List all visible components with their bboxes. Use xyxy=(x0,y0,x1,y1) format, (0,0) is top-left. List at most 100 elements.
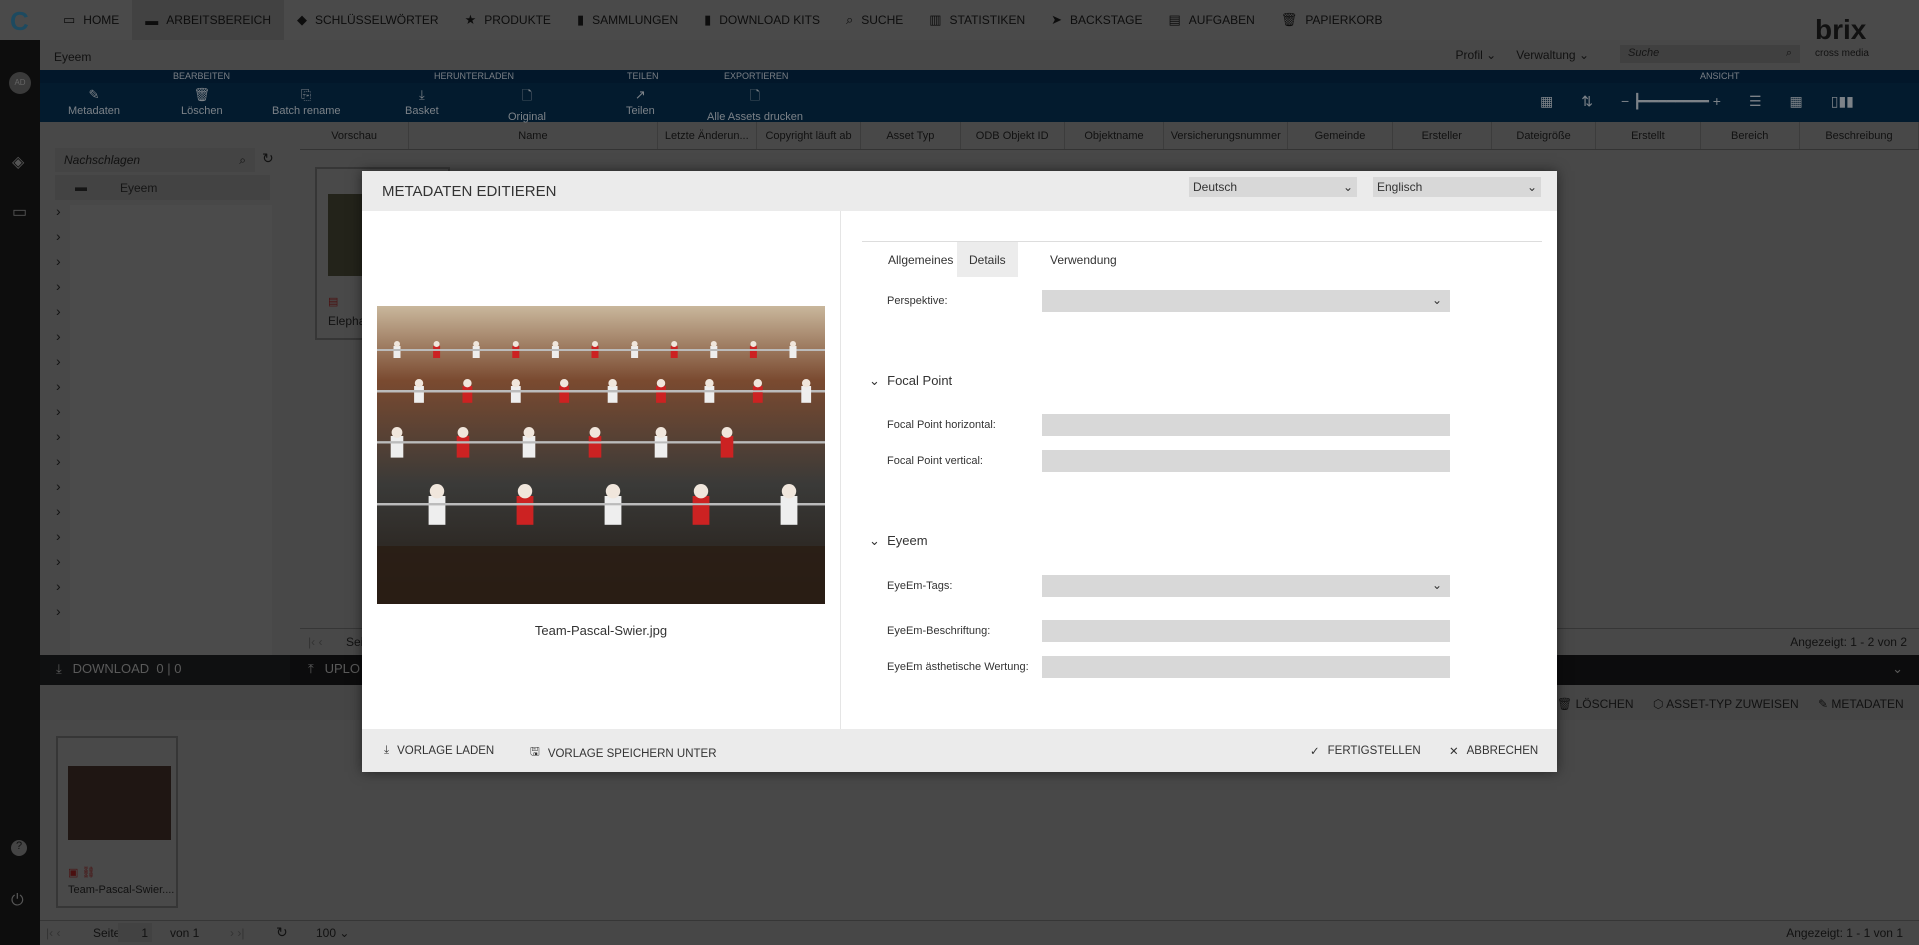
nav-backstage[interactable]: ➤ BACKSTAGE xyxy=(1038,0,1155,40)
column-header[interactable]: Bereich xyxy=(1701,122,1800,149)
save-template-button[interactable]: 🖫 VORLAGE SPEICHERN UNTER xyxy=(530,744,717,763)
column-header[interactable]: Versicherungsnummer xyxy=(1164,122,1289,149)
column-header[interactable]: Dateigröße xyxy=(1492,122,1597,149)
page-input[interactable]: 1 xyxy=(118,923,152,942)
tree-root-eyeem[interactable]: ▬ Eyeem xyxy=(55,175,270,200)
grid-view-icon[interactable]: ▦ xyxy=(1790,93,1803,110)
tree-expand-icon[interactable]: › xyxy=(56,203,61,219)
column-header[interactable]: Vorschau xyxy=(300,122,410,149)
tree-search-input[interactable]: Nachschlagen ⌕ xyxy=(55,148,255,172)
refresh-icon[interactable]: ↻ xyxy=(262,150,274,167)
column-icon[interactable]: ▦ xyxy=(1540,93,1553,110)
nav-papierkorb[interactable]: 🗑 PAPIERKORB xyxy=(1268,0,1396,40)
image-icon: ▣ ⛓ xyxy=(68,867,96,879)
tree-expand-icon[interactable]: › xyxy=(56,353,61,369)
tree-expand-icon[interactable]: › xyxy=(56,528,61,544)
eyeem-caption-input[interactable] xyxy=(1042,620,1450,642)
tree-expand-icon[interactable]: › xyxy=(56,603,61,619)
tree-expand-icon[interactable]: › xyxy=(56,578,61,594)
print-all-button[interactable]: 🗋 Alle Assets drucken xyxy=(707,87,803,123)
column-header[interactable]: Ersteller xyxy=(1393,122,1492,149)
basket-button[interactable]: ⤓ Basket xyxy=(405,87,439,117)
power-icon[interactable]: ⏻ xyxy=(11,892,24,910)
collapse-icon[interactable]: ⌄ xyxy=(1892,661,1903,677)
per-page-select[interactable]: 100 ⌄ xyxy=(316,926,349,940)
focal-horizontal-input[interactable] xyxy=(1042,414,1450,436)
nav-schlüsselwörter[interactable]: ◆ SCHLÜSSELWÖRTER xyxy=(284,0,452,40)
tab-details[interactable]: Details xyxy=(957,242,1018,277)
upload-card[interactable]: ▣ ⛓ Team-Pascal-Swier.... xyxy=(56,736,178,908)
eyeem-aesthetic-input[interactable] xyxy=(1042,656,1450,678)
perspektive-select[interactable]: ⌄ xyxy=(1042,290,1450,312)
layers-icon[interactable]: ◈ xyxy=(12,152,24,172)
nav-suche[interactable]: ⌕ SUCHE xyxy=(833,0,916,40)
finish-button[interactable]: ✓ FERTIGSTELLEN xyxy=(1310,744,1421,758)
tree-expand-icon[interactable]: › xyxy=(56,328,61,344)
original-button[interactable]: 🗋 Original xyxy=(508,87,546,123)
tree-expand-icon[interactable]: › xyxy=(56,553,61,569)
language-select-primary[interactable]: Deutsch ⌄ xyxy=(1189,177,1357,197)
nav-arbeitsbereich[interactable]: ▬ ARBEITSBEREICH xyxy=(132,0,284,40)
metadata-button[interactable]: ✎ METADATEN xyxy=(1818,697,1904,711)
next-page-icon[interactable]: › ›| xyxy=(230,926,244,940)
delete-button[interactable]: 🗑 LÖSCHEN xyxy=(1557,697,1634,711)
admin-menu[interactable]: Verwaltung ⌄ xyxy=(1516,48,1589,62)
tree-expand-icon[interactable]: › xyxy=(56,453,61,469)
nav-home[interactable]: ▭ HOME xyxy=(50,0,132,40)
breadcrumb[interactable]: Eyeem xyxy=(54,50,91,64)
panel-layout-icon[interactable]: ▯▮▮ xyxy=(1831,93,1854,110)
tree-expand-icon[interactable]: › xyxy=(56,378,61,394)
column-header[interactable]: Gemeinde xyxy=(1288,122,1393,149)
focal-vertical-input[interactable] xyxy=(1042,450,1450,472)
nav-aufgaben[interactable]: ▤ AUFGABEN xyxy=(1155,0,1267,40)
help-icon[interactable]: ? xyxy=(11,840,27,856)
load-template-button[interactable]: ⤓ VORLAGE LADEN xyxy=(384,744,494,757)
column-header[interactable]: Beschreibung xyxy=(1800,122,1919,149)
tree-expand-icon[interactable]: › xyxy=(56,428,61,444)
column-header[interactable]: Asset Typ xyxy=(861,122,961,149)
download-tab[interactable]: ⤓ DOWNLOAD 0 | 0 xyxy=(56,661,181,677)
cancel-button[interactable]: ✕ ABBRECHEN xyxy=(1449,744,1538,758)
tree-expand-icon[interactable]: › xyxy=(56,303,61,319)
tab-allgemeines[interactable]: Allgemeines xyxy=(876,242,965,277)
global-search-input[interactable]: Suche ⌕ xyxy=(1620,45,1800,63)
list-view-icon[interactable]: ☰ xyxy=(1749,93,1762,110)
refresh-icon[interactable]: ↻ xyxy=(276,924,288,941)
sort-icon[interactable]: ⇅ xyxy=(1581,93,1593,110)
tree-expand-icon[interactable]: › xyxy=(56,253,61,269)
column-header[interactable]: Objektname xyxy=(1065,122,1165,149)
prev-page-icon[interactable]: |‹ ‹ xyxy=(46,926,60,940)
tree-expand-icon[interactable]: › xyxy=(56,278,61,294)
tree-expand-icon[interactable]: › xyxy=(56,403,61,419)
nav-sammlungen[interactable]: ▮ SAMMLUNGEN xyxy=(564,0,691,40)
delete-button[interactable]: 🗑 Löschen xyxy=(181,87,223,117)
section-focal-point[interactable]: ⌄ Focal Point xyxy=(869,373,952,389)
nav-download-kits[interactable]: ▮ DOWNLOAD KITS xyxy=(691,0,833,40)
rename-icon: ⎘ xyxy=(301,87,312,102)
eyeem-tags-select[interactable]: ⌄ xyxy=(1042,575,1450,597)
tree-expand-icon[interactable]: › xyxy=(56,228,61,244)
tree-expand-icon[interactable]: › xyxy=(56,503,61,519)
metadata-button[interactable]: ✎ Metadaten xyxy=(68,87,120,117)
batch-rename-button[interactable]: ⎘ Batch rename xyxy=(272,87,340,117)
app-logo[interactable]: C xyxy=(10,6,29,37)
profile-menu[interactable]: Profil ⌄ xyxy=(1456,48,1497,62)
share-button[interactable]: ↗ Teilen xyxy=(626,87,655,117)
tab-verwendung[interactable]: Verwendung xyxy=(1038,242,1129,277)
nav-statistiken[interactable]: ▥ STATISTIKEN xyxy=(916,0,1038,40)
column-header[interactable]: ODB Objekt ID xyxy=(961,122,1065,149)
tree-expand-icon[interactable]: › xyxy=(56,478,61,494)
zoom-slider[interactable]: − ┣━━━━━━━━ + xyxy=(1621,93,1721,110)
column-header[interactable]: Name xyxy=(409,122,658,149)
nav-produkte[interactable]: ★ PRODUKTE xyxy=(452,0,564,40)
section-eyeem[interactable]: ⌄ Eyeem xyxy=(869,533,928,549)
column-header[interactable]: Erstellt xyxy=(1596,122,1701,149)
column-header[interactable]: Copyright läuft ab xyxy=(757,122,862,149)
upload-tab[interactable]: ⤒ UPLO xyxy=(308,661,360,677)
assign-asset-type-button[interactable]: ⬡ ASSET-TYP ZUWEISEN xyxy=(1653,697,1799,711)
column-header[interactable]: Letzte Änderun... xyxy=(658,122,757,149)
first-page-icon[interactable]: |‹ ‹ xyxy=(308,635,322,649)
language-select-secondary[interactable]: Englisch ⌄ xyxy=(1373,177,1541,197)
avatar[interactable]: AD xyxy=(9,72,31,94)
chat-icon[interactable]: ▭ xyxy=(12,202,27,222)
